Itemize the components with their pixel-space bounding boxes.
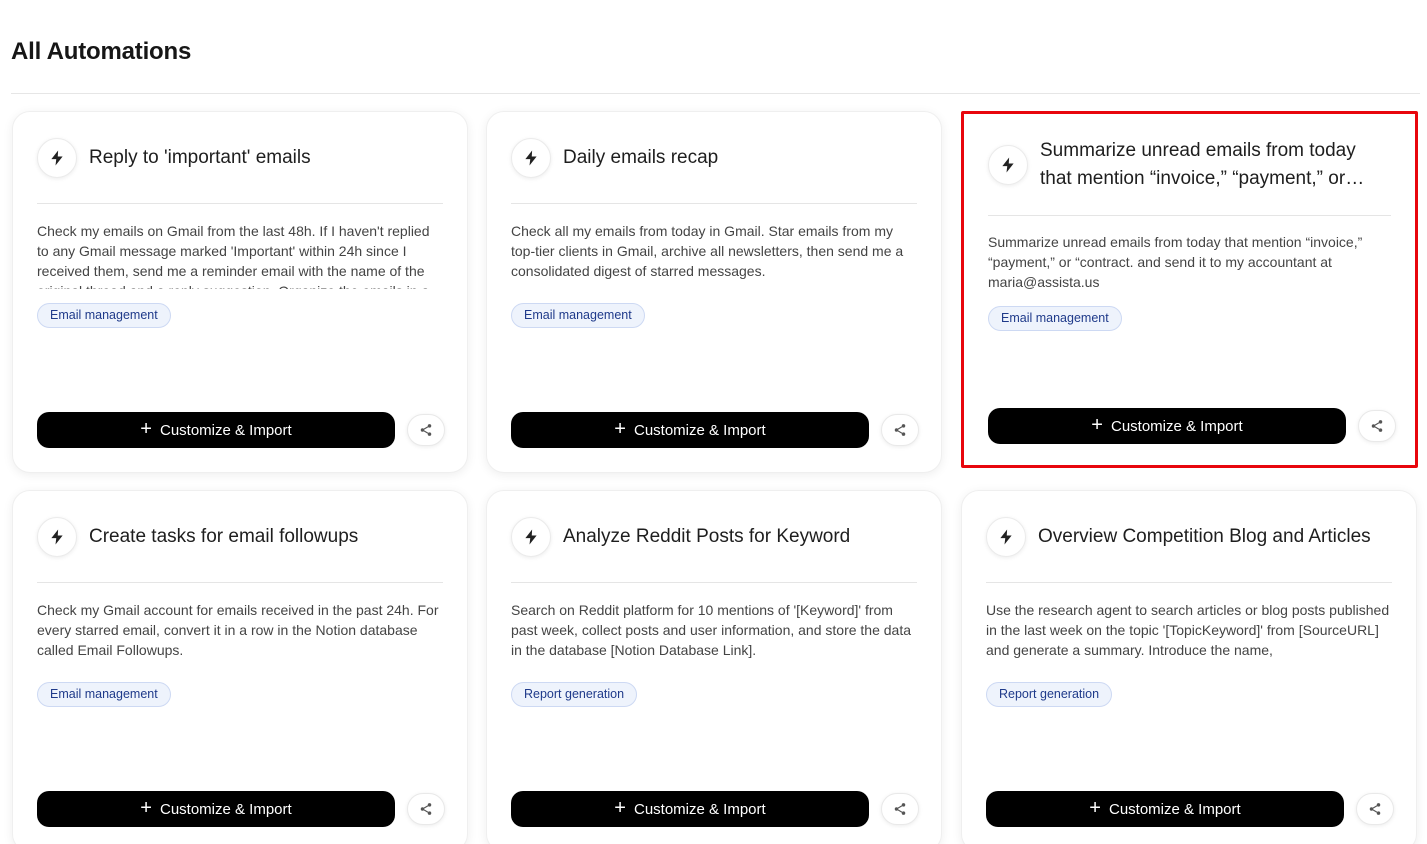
- automation-card[interactable]: Create tasks for email followups Check m…: [12, 490, 468, 844]
- share-icon: [420, 803, 432, 815]
- automation-card[interactable]: Reply to 'important' emails Check my ema…: [12, 111, 468, 473]
- plus-icon: +: [1089, 797, 1101, 819]
- bolt-icon: [986, 516, 1026, 557]
- card-description: Search on Reddit platform for 10 mention…: [511, 602, 912, 658]
- card-description: Check my emails on Gmail from the last 4…: [37, 223, 430, 289]
- button-label: Customize & Import: [1108, 800, 1241, 818]
- plus-icon: +: [614, 418, 626, 440]
- category-tag: Email management: [37, 682, 171, 707]
- category-tag: Email management: [511, 303, 645, 328]
- card-title: Daily emails recap: [563, 146, 719, 168]
- plus-icon: +: [140, 797, 152, 819]
- card-header: Daily emails recap: [511, 112, 917, 204]
- card-actions: + Customize & Import: [986, 791, 1394, 827]
- card-title: Overview Competition Blog and Articles: [1038, 525, 1371, 547]
- automation-card[interactable]: Overview Competition Blog and Articles U…: [961, 490, 1417, 844]
- title-divider: [11, 93, 1420, 94]
- card-actions: + Customize & Import: [511, 791, 919, 827]
- share-icon: [1369, 803, 1381, 815]
- card-header: Overview Competition Blog and Articles: [986, 491, 1392, 583]
- card-description: Summarize unread emails from today that …: [988, 234, 1363, 290]
- page-title: All Automations: [11, 38, 192, 65]
- share-button[interactable]: [1356, 793, 1394, 825]
- card-actions: + Customize & Import: [988, 408, 1396, 444]
- customize-import-button[interactable]: + Customize & Import: [37, 791, 395, 827]
- card-title: Create tasks for email followups: [89, 525, 359, 547]
- button-label: Customize & Import: [159, 800, 292, 818]
- category-tag: Email management: [988, 306, 1122, 331]
- share-button[interactable]: [881, 414, 919, 446]
- card-actions: + Customize & Import: [511, 412, 919, 448]
- button-label: Customize & Import: [633, 800, 766, 818]
- button-label: Customize & Import: [159, 421, 292, 439]
- card-header: Reply to 'important' emails: [37, 112, 443, 204]
- share-button[interactable]: [407, 414, 445, 446]
- plus-icon: +: [140, 418, 152, 440]
- share-button[interactable]: [1358, 410, 1396, 442]
- card-title: Reply to 'important' emails: [89, 146, 311, 168]
- card-title: Summarize unread emails from today that …: [1040, 139, 1356, 189]
- bolt-icon: [511, 137, 551, 178]
- share-button[interactable]: [881, 793, 919, 825]
- card-header: Analyze Reddit Posts for Keyword: [511, 491, 917, 583]
- automation-card[interactable]: Analyze Reddit Posts for Keyword Search …: [486, 490, 942, 844]
- button-label: Customize & Import: [633, 421, 766, 439]
- card-description: Use the research agent to search article…: [986, 602, 1390, 658]
- plus-icon: +: [614, 797, 626, 819]
- customize-import-button[interactable]: + Customize & Import: [988, 408, 1346, 444]
- plus-icon: +: [1091, 414, 1103, 436]
- bolt-icon: [988, 144, 1028, 185]
- card-header: Summarize unread emails from today that …: [988, 114, 1391, 216]
- share-icon: [894, 803, 906, 815]
- bolt-icon: [37, 137, 77, 178]
- customize-import-button[interactable]: + Customize & Import: [511, 412, 869, 448]
- card-header: Create tasks for email followups: [37, 491, 443, 583]
- card-actions: + Customize & Import: [37, 791, 445, 827]
- card-description: Check all my emails from today in Gmail.…: [511, 223, 904, 279]
- card-title: Analyze Reddit Posts for Keyword: [563, 525, 851, 547]
- customize-import-button[interactable]: + Customize & Import: [986, 791, 1344, 827]
- bolt-icon: [511, 516, 551, 557]
- share-icon: [894, 424, 906, 436]
- automation-card-highlighted[interactable]: Summarize unread emails from today that …: [961, 111, 1418, 468]
- share-button[interactable]: [407, 793, 445, 825]
- category-tag: Report generation: [986, 682, 1113, 707]
- category-tag: Report generation: [511, 682, 638, 707]
- share-icon: [420, 424, 432, 436]
- card-description: Check my Gmail account for emails receiv…: [37, 602, 439, 658]
- customize-import-button[interactable]: + Customize & Import: [37, 412, 395, 448]
- button-label: Customize & Import: [1110, 417, 1243, 435]
- card-actions: + Customize & Import: [37, 412, 445, 448]
- automation-card[interactable]: Daily emails recap Check all my emails f…: [486, 111, 942, 473]
- bolt-icon: [37, 516, 77, 557]
- category-tag: Email management: [37, 303, 171, 328]
- share-icon: [1371, 420, 1383, 432]
- customize-import-button[interactable]: + Customize & Import: [511, 791, 869, 827]
